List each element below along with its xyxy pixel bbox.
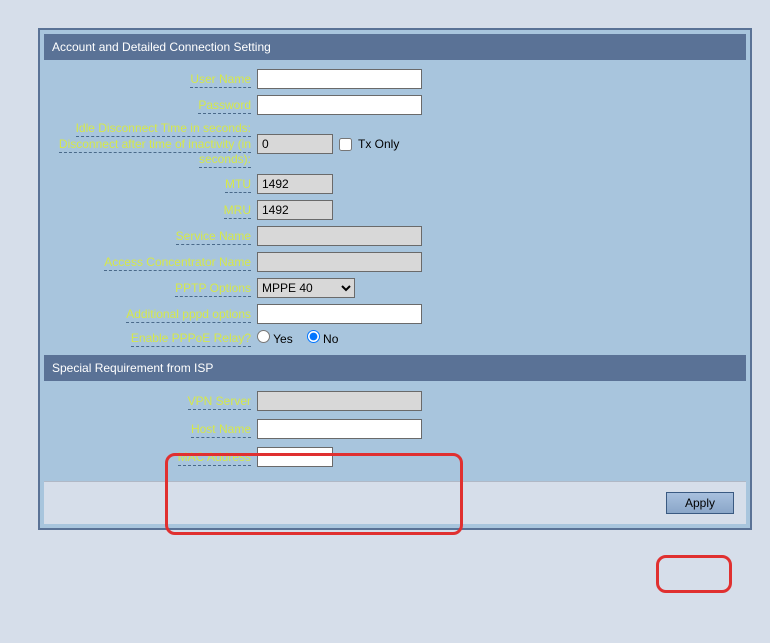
account-section-header: Account and Detailed Connection Setting xyxy=(44,34,746,60)
relay-no-radio[interactable] xyxy=(307,330,320,343)
row-pptp: PPTP Options MPPE 40 xyxy=(44,275,746,301)
relay-yes-label: Yes xyxy=(273,332,293,346)
addl-pppd-input[interactable] xyxy=(257,304,422,324)
row-host-name: Host Name xyxy=(44,415,746,443)
vpn-server-label: VPN Server xyxy=(188,394,251,410)
addl-pppd-label: Additional pppd options xyxy=(126,307,251,323)
service-name-input[interactable] xyxy=(257,226,422,246)
tx-only-label: Tx Only xyxy=(358,137,399,151)
row-password: Password xyxy=(44,92,746,118)
idle-input[interactable] xyxy=(257,134,333,154)
relay-yes-radio[interactable] xyxy=(257,330,270,343)
mac-address-label: MAC Address xyxy=(178,450,251,466)
row-mac-address: MAC Address xyxy=(44,443,746,471)
isp-section-header: Special Requirement from ISP xyxy=(44,355,746,381)
account-section-body: User Name Password Idle Disconnect Time … xyxy=(44,60,746,355)
password-label: Password xyxy=(198,98,251,114)
idle-label-3: seconds): xyxy=(199,152,251,168)
row-acn: Access Concentrator Name xyxy=(44,249,746,275)
service-name-label: Service Name xyxy=(176,229,251,245)
acn-label: Access Concentrator Name xyxy=(104,255,251,271)
idle-label-2: Disconnect after time of inactivity (in xyxy=(59,137,251,153)
user-name-label: User Name xyxy=(190,72,251,88)
password-input[interactable] xyxy=(257,95,422,115)
pptp-label: PPTP Options xyxy=(175,281,251,297)
vpn-server-input[interactable] xyxy=(257,391,422,411)
mtu-input[interactable] xyxy=(257,174,333,194)
acn-input[interactable] xyxy=(257,252,422,272)
highlight-apply xyxy=(656,555,732,593)
mtu-label: MTU xyxy=(225,177,251,193)
user-name-input[interactable] xyxy=(257,69,422,89)
host-name-label: Host Name xyxy=(191,422,251,438)
mru-label: MRU xyxy=(224,203,251,219)
apply-button[interactable]: Apply xyxy=(666,492,734,514)
mac-address-input[interactable] xyxy=(257,447,333,467)
row-vpn-server: VPN Server xyxy=(44,387,746,415)
pptp-select[interactable]: MPPE 40 xyxy=(257,278,355,298)
tx-only-checkbox[interactable] xyxy=(339,138,352,151)
button-bar: Apply xyxy=(44,481,746,524)
row-mtu: MTU xyxy=(44,171,746,197)
mru-input[interactable] xyxy=(257,200,333,220)
row-idle-disconnect: Idle Disconnect Time in seconds: Disconn… xyxy=(44,118,746,171)
row-enable-relay: Enable PPPoE Relay? Yes No xyxy=(44,327,746,349)
isp-section-body: VPN Server Host Name MAC Address xyxy=(44,381,746,477)
settings-panel: Account and Detailed Connection Setting … xyxy=(38,28,752,530)
row-mru: MRU xyxy=(44,197,746,223)
row-user-name: User Name xyxy=(44,66,746,92)
host-name-input[interactable] xyxy=(257,419,422,439)
enable-relay-label: Enable PPPoE Relay? xyxy=(131,331,251,347)
row-addl-pppd: Additional pppd options xyxy=(44,301,746,327)
row-service-name: Service Name xyxy=(44,223,746,249)
relay-no-label: No xyxy=(323,332,338,346)
idle-label-1: Idle Disconnect Time in seconds: xyxy=(76,121,251,137)
